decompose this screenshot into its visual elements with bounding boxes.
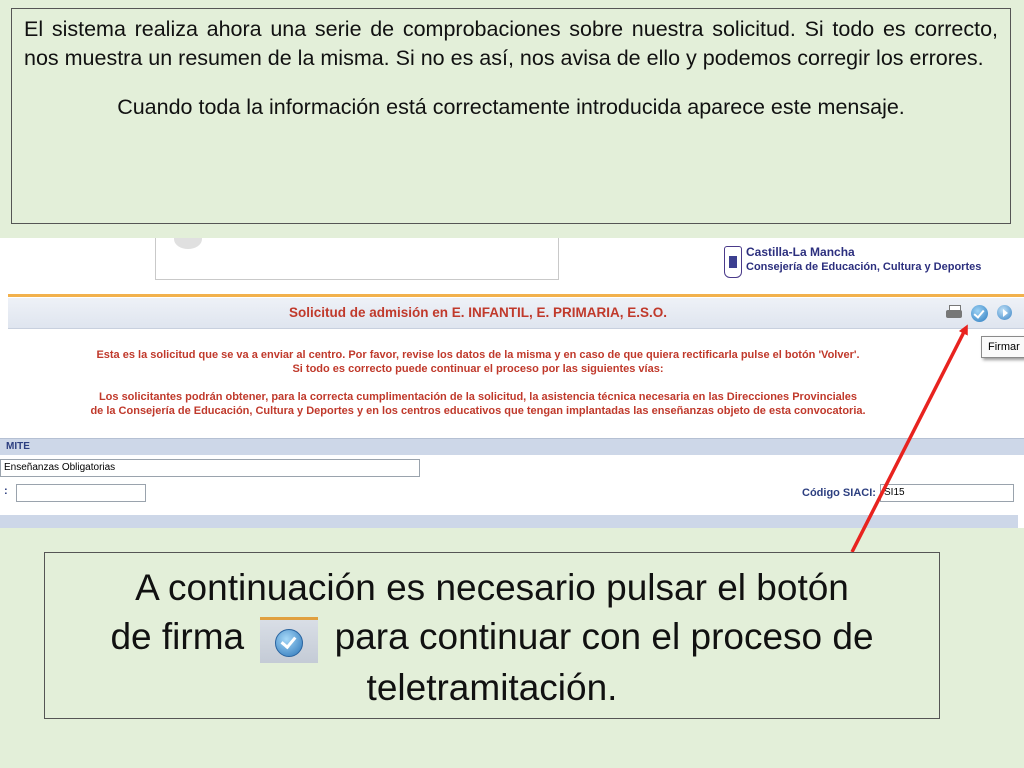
form-title: Solicitud de admisión en E. INFANTIL, E.… (288, 305, 668, 320)
top-instruction-paragraph-2: Cuando toda la información está correcta… (117, 95, 905, 119)
shield-icon (724, 246, 742, 278)
logo-line-1: Castilla-La Mancha (746, 245, 855, 259)
bottom-section-bar (0, 515, 1018, 528)
printer-icon[interactable] (946, 305, 962, 321)
field2-label: : (4, 485, 8, 497)
section-header: MITE (0, 438, 1024, 455)
sign-check-icon[interactable] (971, 305, 988, 322)
info-line-4: de la Consejería de Educación, Cultura y… (90, 405, 866, 417)
orange-divider (8, 294, 1024, 297)
sign-tooltip: Firmar (981, 336, 1024, 358)
top-instruction-paragraph-1: El sistema realiza ahora una serie de co… (24, 17, 998, 70)
forward-arrow-icon[interactable] (997, 305, 1012, 320)
bottom-instruction-box: A continuación es necesario pulsar el bo… (44, 552, 940, 719)
form-title-bar: Solicitud de admisión en E. INFANTIL, E.… (8, 298, 1024, 329)
sign-button-icon (260, 617, 319, 663)
bottom-line-2-after: para continuar con el proceso de (334, 616, 874, 657)
info-text-review: Esta es la solicitud que se va a enviar … (8, 348, 948, 376)
info-text-assistance: Los solicitantes podrán obtener, para la… (8, 390, 948, 418)
jccm-logo: Castilla-La Mancha Consejería de Educaci… (724, 244, 981, 284)
info-line-2: Si todo es correcto puede continuar el p… (292, 363, 664, 375)
ensenanzas-field[interactable]: Enseñanzas Obligatorias (0, 459, 420, 477)
top-instruction-box: El sistema realiza ahora una serie de co… (11, 8, 1011, 224)
panel-circle-decoration (174, 238, 202, 249)
second-field[interactable] (16, 484, 146, 502)
siaci-field[interactable]: SI15 (880, 484, 1014, 502)
bottom-line-2-before: de firma (110, 616, 245, 657)
bottom-line-3: teletramitación. (366, 667, 618, 708)
previous-panel-fragment (155, 238, 559, 280)
application-screenshot: Castilla-La Mancha Consejería de Educaci… (0, 238, 1024, 528)
bottom-line-1: A continuación es necesario pulsar el bo… (135, 567, 849, 608)
logo-line-2: Consejería de Educación, Cultura y Depor… (746, 261, 982, 273)
check-icon (275, 629, 304, 657)
bottom-line-2: de firma para continuar con el proceso d… (45, 612, 939, 663)
info-line-1: Esta es la solicitud que se va a enviar … (96, 349, 860, 361)
siaci-label: Código SIACI: (802, 487, 876, 499)
info-line-3: Los solicitantes podrán obtener, para la… (98, 391, 858, 403)
